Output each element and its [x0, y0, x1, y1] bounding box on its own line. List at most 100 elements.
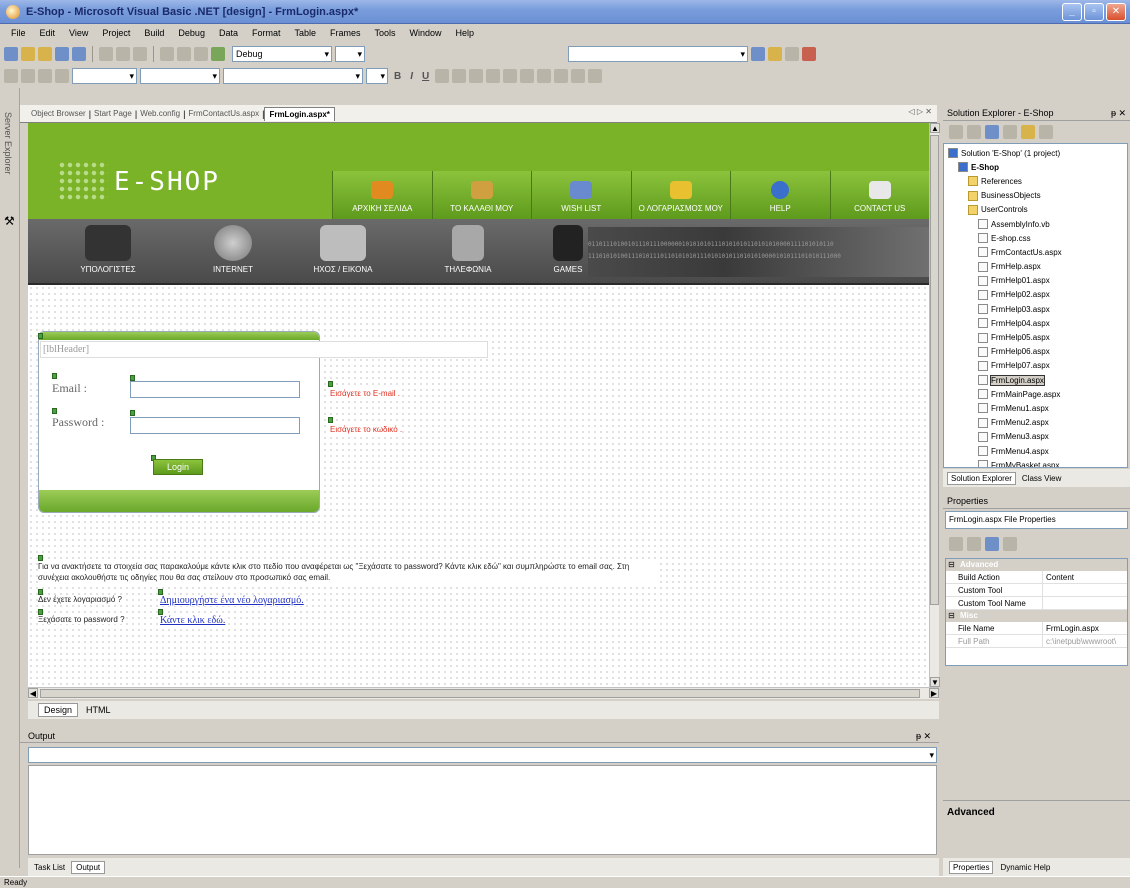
output-pin-close[interactable]: ᵽ ✕: [916, 729, 931, 743]
view-code-icon[interactable]: [949, 125, 963, 139]
tab-object-browser[interactable]: Object Browser: [28, 109, 89, 118]
designer-vertical-scrollbar[interactable]: ▲ ▼: [929, 123, 940, 687]
tree-item[interactable]: FrmHelp02.aspx: [944, 288, 1127, 302]
tree-item[interactable]: FrmMyBasket.aspx: [944, 458, 1127, 467]
layout-icon[interactable]: [21, 69, 35, 83]
table-icon[interactable]: [55, 69, 69, 83]
menu-help[interactable]: Help: [449, 28, 482, 38]
output-area[interactable]: [28, 765, 937, 855]
forecolor-icon[interactable]: [435, 69, 450, 83]
tree-item[interactable]: FrmHelp03.aspx: [944, 302, 1127, 316]
scroll-thumb[interactable]: [40, 689, 920, 698]
tree-item[interactable]: FrmMenu3.aspx: [944, 430, 1127, 444]
menu-frames[interactable]: Frames: [323, 28, 368, 38]
solution-explorer-icon[interactable]: [751, 47, 765, 61]
close-button[interactable]: ✕: [1106, 3, 1126, 21]
start-icon[interactable]: [211, 47, 225, 61]
menu-project[interactable]: Project: [95, 28, 137, 38]
tab-frmcontactus[interactable]: FrmContactUs.aspx: [185, 109, 262, 118]
bold-button[interactable]: B: [391, 71, 404, 82]
forgot-link[interactable]: Κάντε κλικ εδώ.: [160, 615, 226, 626]
tree-item[interactable]: FrmHelp04.aspx: [944, 316, 1127, 330]
prop-row[interactable]: Custom Tool: [946, 584, 1127, 597]
designer-horizontal-scrollbar[interactable]: ◀ ▶: [28, 687, 939, 699]
open-file-icon[interactable]: [38, 47, 52, 61]
new-project-icon[interactable]: [4, 47, 18, 61]
find-combo[interactable]: [568, 46, 748, 62]
navigate-icon[interactable]: [194, 47, 208, 61]
properties-object-select[interactable]: FrmLogin.aspx File Properties: [945, 511, 1128, 529]
redo-icon[interactable]: [177, 47, 191, 61]
password-input[interactable]: [130, 417, 300, 434]
tree-item[interactable]: FrmMenu1.aspx: [944, 401, 1127, 415]
save-all-icon[interactable]: [72, 47, 86, 61]
backcolor-icon[interactable]: [452, 69, 467, 83]
align-right-icon[interactable]: [503, 69, 518, 83]
nav-home[interactable]: ΑΡΧΙΚΗ ΣΕΛΙΔΑ: [332, 171, 432, 219]
tree-item[interactable]: References: [944, 174, 1127, 188]
cut-icon[interactable]: [99, 47, 113, 61]
nav-help[interactable]: HELP: [730, 171, 830, 219]
scroll-left-icon[interactable]: ◀: [28, 688, 38, 698]
tree-item[interactable]: FrmMenu2.aspx: [944, 416, 1127, 430]
lock-element-icon[interactable]: [38, 69, 52, 83]
font-name-select[interactable]: [140, 68, 220, 84]
numbered-list-icon[interactable]: [537, 69, 552, 83]
scroll-thumb[interactable]: [930, 135, 939, 605]
prop-category-advanced[interactable]: Advanced: [946, 559, 1127, 571]
indent-icon[interactable]: [588, 69, 603, 83]
undo-icon[interactable]: [160, 47, 174, 61]
menu-build[interactable]: Build: [137, 28, 171, 38]
toolbox-icon[interactable]: [785, 47, 799, 61]
tree-item[interactable]: FrmHelp01.aspx: [944, 274, 1127, 288]
underline-button[interactable]: U: [419, 71, 432, 82]
solution-pin-close[interactable]: ᵽ ✕: [1111, 105, 1126, 121]
tree-item[interactable]: FrmHelp05.aspx: [944, 330, 1127, 344]
tab-start-page[interactable]: Start Page: [91, 109, 135, 118]
justify-icon[interactable]: [520, 69, 535, 83]
tab-dynamic-help[interactable]: Dynamic Help: [997, 862, 1053, 873]
font-select[interactable]: [223, 68, 363, 84]
cat-internet[interactable]: INTERNET: [198, 219, 268, 285]
paste-icon[interactable]: [133, 47, 147, 61]
tab-design[interactable]: Design: [38, 703, 79, 717]
tree-item[interactable]: AssemblyInfo.vb: [944, 217, 1127, 231]
tab-controls[interactable]: ◁ ▷ ✕: [906, 107, 935, 116]
prop-value[interactable]: [1043, 597, 1127, 609]
property-grid[interactable]: Advanced Build ActionContent Custom Tool…: [945, 558, 1128, 666]
tab-solution-explorer[interactable]: Solution Explorer: [947, 471, 1016, 485]
tree-item[interactable]: FrmContactUs.aspx: [944, 245, 1127, 259]
login-button[interactable]: Login: [153, 459, 203, 475]
block-format-select[interactable]: [72, 68, 137, 84]
create-account-link[interactable]: Δημιουργήστε ένα νέο λογαριασμό.: [160, 595, 304, 606]
nav-basket[interactable]: ΤΟ ΚΑΛΑΘΙ ΜΟΥ: [431, 171, 531, 219]
tree-item[interactable]: FrmLogin.aspx: [944, 373, 1127, 387]
tab-frmlogin[interactable]: FrmLogin.aspx*: [264, 106, 335, 121]
design-surface[interactable]: E-SHOP ΑΡΧΙΚΗ ΣΕΛΙΔΑ ΤΟ ΚΑΛΑΘΙ ΜΟΥ WISH …: [28, 123, 929, 687]
tree-item[interactable]: FrmMainPage.aspx: [944, 387, 1127, 401]
tab-class-view[interactable]: Class View: [1019, 473, 1064, 484]
menu-data[interactable]: Data: [212, 28, 245, 38]
menu-view[interactable]: View: [62, 28, 95, 38]
server-explorer-tab[interactable]: Server Explorer: [3, 112, 13, 175]
scroll-right-icon[interactable]: ▶: [929, 688, 939, 698]
copy-project-icon[interactable]: [1039, 125, 1053, 139]
tree-item[interactable]: FrmMenu4.aspx: [944, 444, 1127, 458]
scroll-up-icon[interactable]: ▲: [930, 123, 940, 133]
save-icon[interactable]: [55, 47, 69, 61]
prop-category-misc[interactable]: Misc: [946, 610, 1127, 622]
configuration-select[interactable]: Debug: [232, 46, 332, 62]
tab-html[interactable]: HTML: [86, 705, 111, 715]
prop-row[interactable]: Build Action Content: [946, 571, 1127, 584]
align-center-icon[interactable]: [486, 69, 501, 83]
outdent-icon[interactable]: [571, 69, 586, 83]
tree-item[interactable]: FrmHelp06.aspx: [944, 345, 1127, 359]
tree-item[interactable]: E-shop.css: [944, 231, 1127, 245]
tree-item[interactable]: E-Shop: [944, 160, 1127, 174]
nav-contact[interactable]: CONTACT US: [829, 171, 929, 219]
nav-account[interactable]: Ο ΛΟΓΑΡΙΑΣΜΟΣ ΜΟΥ: [630, 171, 730, 219]
menu-tools[interactable]: Tools: [368, 28, 403, 38]
prop-row[interactable]: Full Path c:\inetpub\wwwroot\: [946, 635, 1127, 648]
prop-value[interactable]: Content: [1043, 571, 1127, 583]
properties-icon[interactable]: [1021, 125, 1035, 139]
